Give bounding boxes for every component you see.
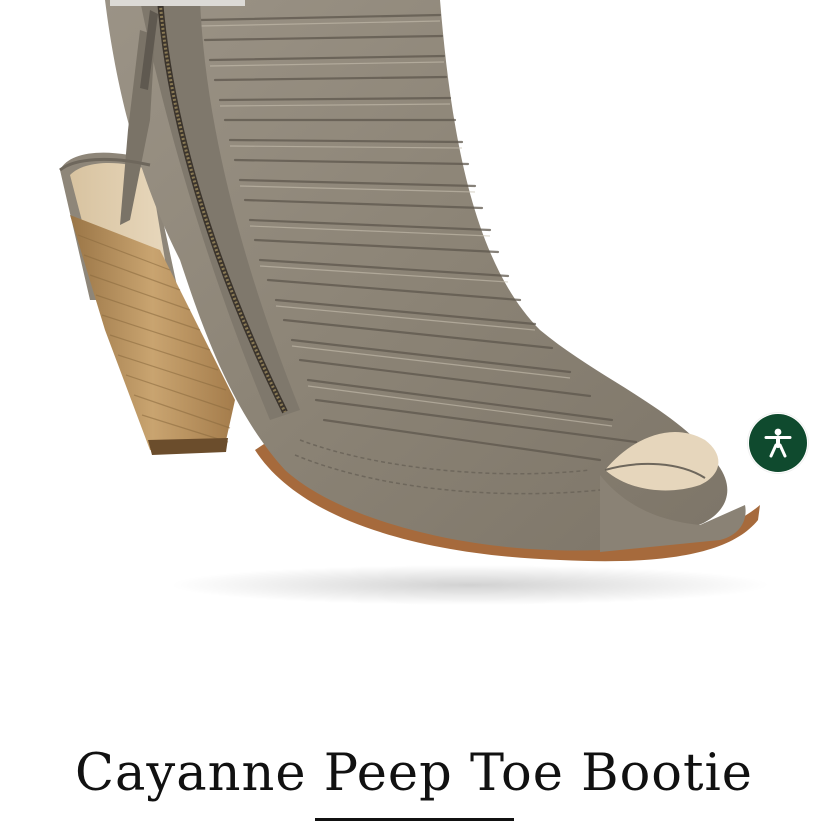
- accessibility-button-circle: [749, 414, 807, 472]
- product-title-wrap: Cayanne Peep Toe Bootie: [0, 738, 828, 810]
- image-carousel-indicator: [110, 0, 245, 6]
- accessibility-button[interactable]: [748, 413, 808, 473]
- product-title: Cayanne Peep Toe Bootie: [74, 744, 753, 803]
- product-image[interactable]: [0, 0, 828, 700]
- title-underline: [315, 818, 514, 821]
- bootie-illustration: [59, 0, 770, 605]
- accessibility-person-icon: [764, 428, 792, 458]
- product-page: Cayanne Peep Toe Bootie: [0, 0, 828, 828]
